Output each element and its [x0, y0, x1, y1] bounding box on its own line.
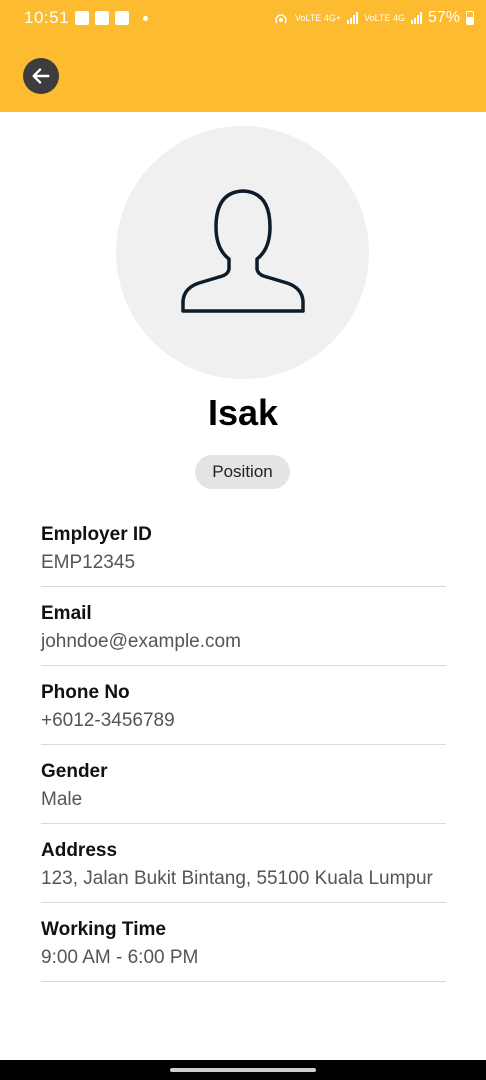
arrow-left-icon	[32, 68, 50, 84]
info-value: +6012-3456789	[41, 710, 175, 731]
info-label: Email	[41, 603, 92, 624]
info-item-email: Email johndoe@example.com	[41, 587, 446, 666]
navigation-bar	[0, 1060, 486, 1080]
network-1-label: VoLTE 4G+	[294, 13, 342, 23]
app-bar	[0, 36, 486, 112]
network-2-label: VoLTE 4G	[364, 13, 405, 23]
profile-name: Isak	[207, 392, 279, 433]
gallery-icon	[115, 11, 130, 25]
status-right: VoLTE 4G+ VoLTE 4G 57%	[273, 9, 474, 27]
info-item-gender: Gender Male	[41, 745, 446, 824]
info-value: 123, Jalan Bukit Bintang, 55100 Kuala Lu…	[41, 868, 433, 889]
info-value: EMP12345	[41, 552, 136, 573]
back-button[interactable]	[23, 58, 59, 94]
shopping-bag-icon	[75, 11, 90, 25]
info-item-working-time: Working Time 9:00 AM - 6:00 PM	[41, 903, 446, 982]
info-item-employer-id: Employer ID EMP12345	[41, 508, 446, 587]
info-value: Male	[41, 789, 83, 810]
facebook-icon	[95, 11, 110, 25]
avatar	[116, 126, 369, 379]
info-item-phone: Phone No +6012-3456789	[41, 666, 446, 745]
hotspot-icon	[275, 14, 287, 24]
status-time: 10:51	[24, 8, 70, 27]
status-bar: 10:51 VoLTE 4G+ VoLTE 4G 57%	[0, 0, 486, 36]
info-label: Working Time	[41, 919, 166, 940]
notification-dot-icon	[143, 15, 149, 21]
info-value: 9:00 AM - 6:00 PM	[41, 947, 199, 968]
info-value: johndoe@example.com	[41, 631, 241, 652]
info-item-address: Address 123, Jalan Bukit Bintang, 55100 …	[41, 824, 446, 903]
info-label: Phone No	[41, 682, 130, 703]
home-handle[interactable]	[170, 1068, 316, 1072]
signal-2-icon	[410, 12, 422, 24]
info-label: Address	[41, 840, 118, 861]
info-list: Employer ID EMP12345 Email johndoe@examp…	[41, 508, 446, 982]
status-left: 10:51	[24, 8, 149, 28]
battery-percent: 57%	[427, 9, 460, 26]
person-outline-icon	[180, 188, 305, 313]
signal-1-icon	[347, 12, 359, 24]
info-label: Employer ID	[41, 524, 152, 545]
info-label: Gender	[41, 761, 108, 782]
position-badge: Position	[195, 455, 290, 489]
battery-icon	[466, 11, 474, 25]
